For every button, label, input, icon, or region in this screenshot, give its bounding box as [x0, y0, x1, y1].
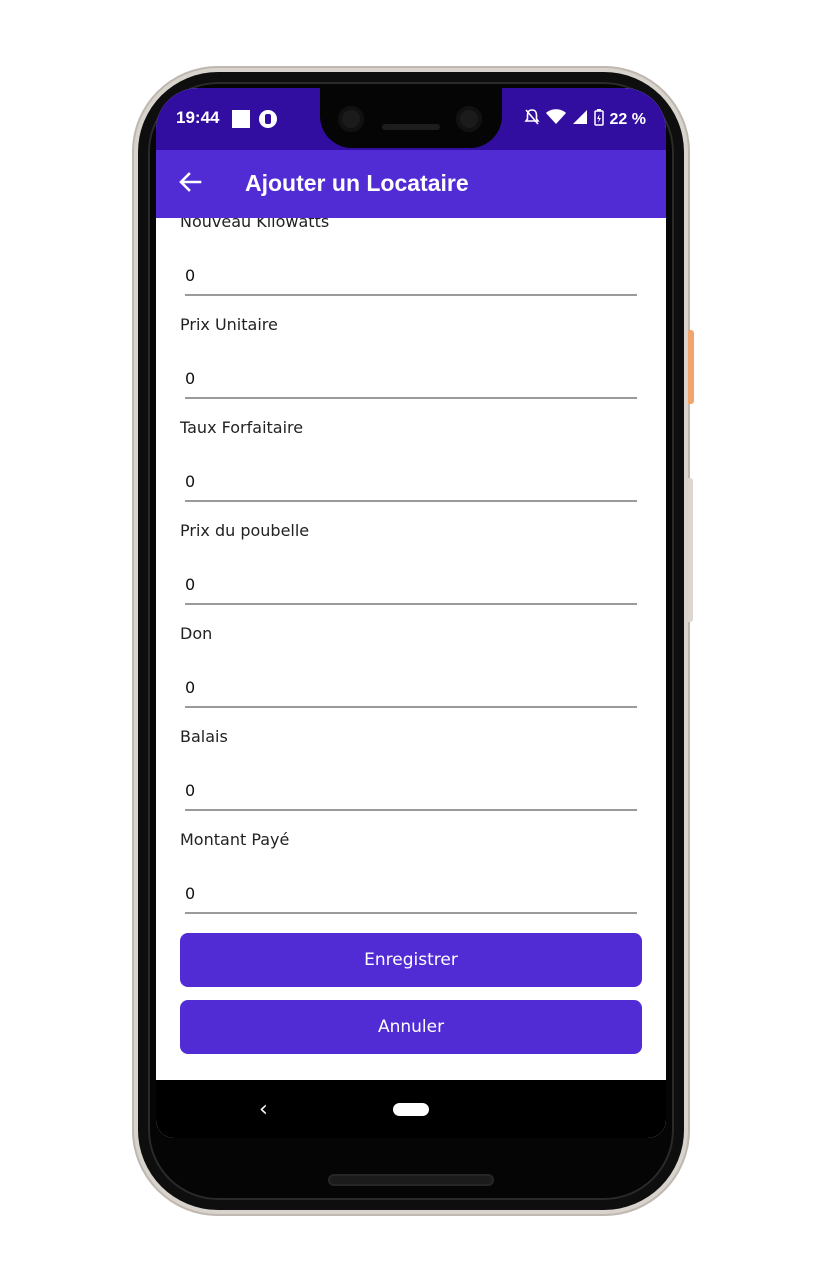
status-bar: 19:44 22 % [156, 88, 666, 150]
mute-icon [523, 108, 540, 131]
status-time: 19:44 [176, 108, 220, 127]
nav-home-pill[interactable] [393, 1103, 429, 1116]
save-button[interactable]: Enregistrer [180, 933, 642, 987]
battery-charging-icon [593, 108, 604, 131]
field-label-nouveau-kilowatts: Nouveau Kilowatts [180, 218, 330, 231]
front-sensor-icon [456, 106, 482, 132]
front-camera-icon [338, 106, 364, 132]
prix-poubelle-input[interactable] [185, 569, 637, 605]
signal-icon [572, 109, 588, 130]
montant-paye-input[interactable] [185, 878, 637, 914]
app-notification-icon [259, 110, 277, 128]
arrow-left-icon[interactable] [176, 166, 204, 198]
volume-button [688, 478, 693, 622]
nouveau-kilowatts-input[interactable] [185, 260, 637, 296]
battery-percent: 22 % [609, 110, 646, 128]
prix-unitaire-input[interactable] [185, 363, 637, 399]
status-right-group: 22 % [523, 108, 646, 131]
field-label-prix-unitaire: Prix Unitaire [180, 315, 278, 334]
app-bar: Ajouter un Locataire [156, 150, 666, 218]
earpiece-speaker [382, 124, 440, 130]
form-content[interactable]: Nouveau Kilowatts Prix Unitaire Taux For… [156, 218, 666, 1080]
nav-back-icon[interactable]: ‹ [259, 1097, 268, 1122]
bottom-speaker-grille [328, 1174, 494, 1186]
square-notification-icon [232, 110, 250, 128]
field-label-don: Don [180, 624, 213, 643]
system-nav-bar: ‹ [156, 1080, 666, 1138]
wifi-icon [545, 109, 566, 130]
field-label-montant-paye: Montant Payé [180, 830, 290, 849]
balais-input[interactable] [185, 775, 637, 811]
power-button [688, 330, 694, 404]
field-label-balais: Balais [180, 727, 228, 746]
page-title: Ajouter un Locataire [245, 170, 469, 196]
don-input[interactable] [185, 672, 637, 708]
field-label-prix-poubelle: Prix du poubelle [180, 521, 310, 540]
cancel-button[interactable]: Annuler [180, 1000, 642, 1054]
taux-forfaitaire-input[interactable] [185, 466, 637, 502]
phone-screen: 19:44 22 % Ajouter un Locataire Nouveau … [156, 88, 666, 1138]
field-label-taux-forfaitaire: Taux Forfaitaire [180, 418, 304, 437]
